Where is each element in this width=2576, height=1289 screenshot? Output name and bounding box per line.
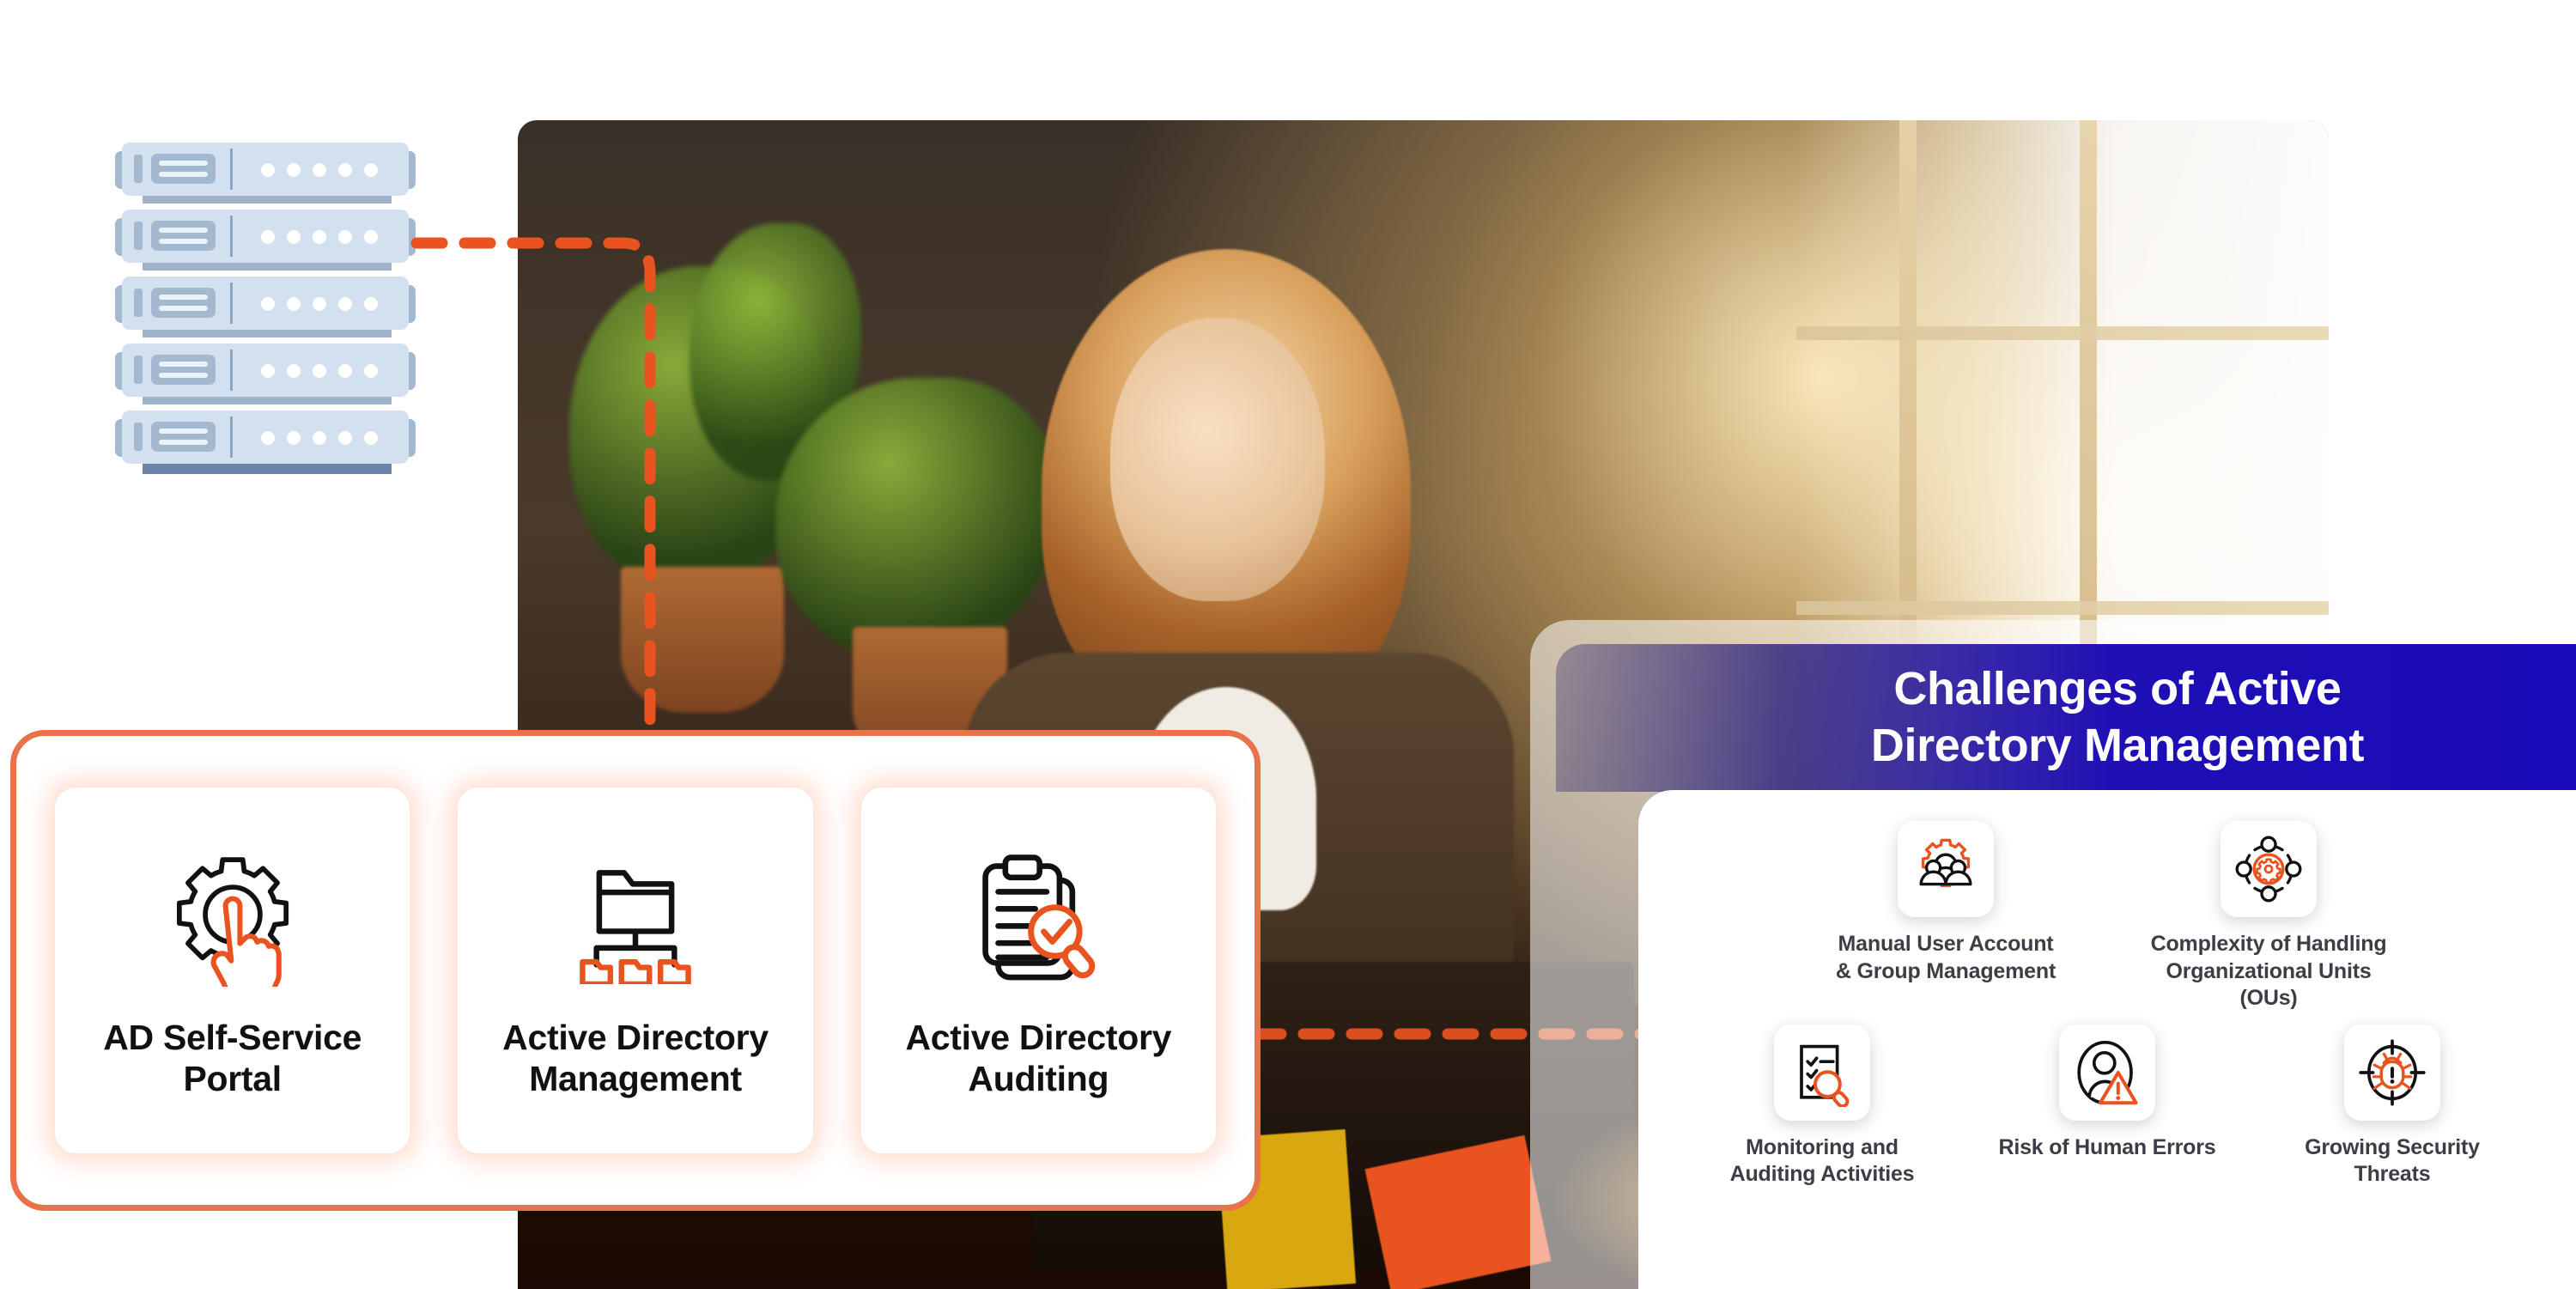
challenges-title: Challenges of Active Directory Managemen… xyxy=(1768,661,2365,775)
feature-card-label: Active Directory Auditing xyxy=(905,1017,1172,1098)
challenges-row-2: Monitoring and Auditing Activities Risk … xyxy=(1664,1024,2550,1189)
folder-hierarchy-icon xyxy=(566,842,705,988)
ad-solutions-panel: AD Self-Service Portal Active Directory … xyxy=(10,730,1261,1211)
server-unit xyxy=(115,410,416,474)
challenge-label-line1: Growing Security Threats xyxy=(2305,1134,2480,1187)
challenge-label-line2: & Group Management xyxy=(1835,958,2057,983)
feature-card-label: Active Directory Management xyxy=(502,1017,769,1098)
feature-card-active-directory-management[interactable]: Active Directory Management xyxy=(460,790,811,1151)
challenge-label-line1: Manual User Account xyxy=(1838,932,2054,956)
gear-touch-icon xyxy=(161,842,305,988)
infographic-canvas: AD Self-Service Portal Active Directory … xyxy=(0,0,2576,1289)
challenge-label-line2: Auditing Activities xyxy=(1729,1162,1915,1186)
users-gear-icon xyxy=(1898,821,1994,917)
challenges-header: Challenges of Active Directory Managemen… xyxy=(1556,644,2576,792)
feature-card-label: AD Self-Service Portal xyxy=(103,1017,362,1098)
feature-card-active-directory-auditing[interactable]: Active Directory Auditing xyxy=(863,790,1213,1151)
challenge-item-manual-user-account[interactable]: Manual User Account & Group Management xyxy=(1817,821,2075,1012)
server-unit xyxy=(115,344,416,404)
challenge-item-risk-of-human-errors[interactable]: Risk of Human Errors xyxy=(1983,1024,2232,1189)
challenges-row-1: Manual User Account & Group Management C… xyxy=(1664,821,2550,1012)
challenge-item-label: Manual User Account & Group Management xyxy=(1836,931,2056,985)
challenge-label-line1: Complexity of Handling xyxy=(2150,932,2387,956)
server-rack-illustration xyxy=(115,143,416,477)
challenges-content: Manual User Account & Group Management C… xyxy=(1638,790,2576,1289)
challenges-title-line1: Challenges of Active xyxy=(1893,663,2342,715)
challenge-item-complexity-of-handling-ous[interactable]: Complexity of Handling Organizational Un… xyxy=(2140,821,2397,1012)
bug-target-icon xyxy=(2344,1024,2440,1121)
challenge-item-label: Complexity of Handling Organizational Un… xyxy=(2140,931,2397,1012)
challenge-label-line2: Organizational Units (OUs) xyxy=(2166,958,2372,1011)
challenges-title-line2: Directory Management xyxy=(1870,720,2365,771)
network-gear-icon xyxy=(2221,821,2317,917)
user-warning-icon xyxy=(2059,1024,2155,1121)
challenge-item-growing-security-threats[interactable]: Growing Security Threats xyxy=(2268,1024,2517,1189)
feature-card-ad-self-service-portal[interactable]: AD Self-Service Portal xyxy=(58,790,408,1151)
server-unit xyxy=(115,277,416,337)
checklist-search-icon xyxy=(1774,1024,1870,1121)
challenge-label-line1: Monitoring and xyxy=(1746,1134,1899,1159)
challenge-item-label: Growing Security Threats xyxy=(2268,1134,2517,1189)
challenge-label-line1: Risk of Human Errors xyxy=(1998,1134,2216,1159)
challenge-item-monitoring-and-auditing[interactable]: Monitoring and Auditing Activities xyxy=(1698,1024,1947,1189)
server-unit xyxy=(115,210,416,271)
clipboard-audit-icon xyxy=(967,842,1109,988)
server-unit xyxy=(115,143,416,204)
challenge-item-label: Risk of Human Errors xyxy=(1998,1134,2215,1162)
challenge-item-label: Monitoring and Auditing Activities xyxy=(1730,1134,1915,1189)
